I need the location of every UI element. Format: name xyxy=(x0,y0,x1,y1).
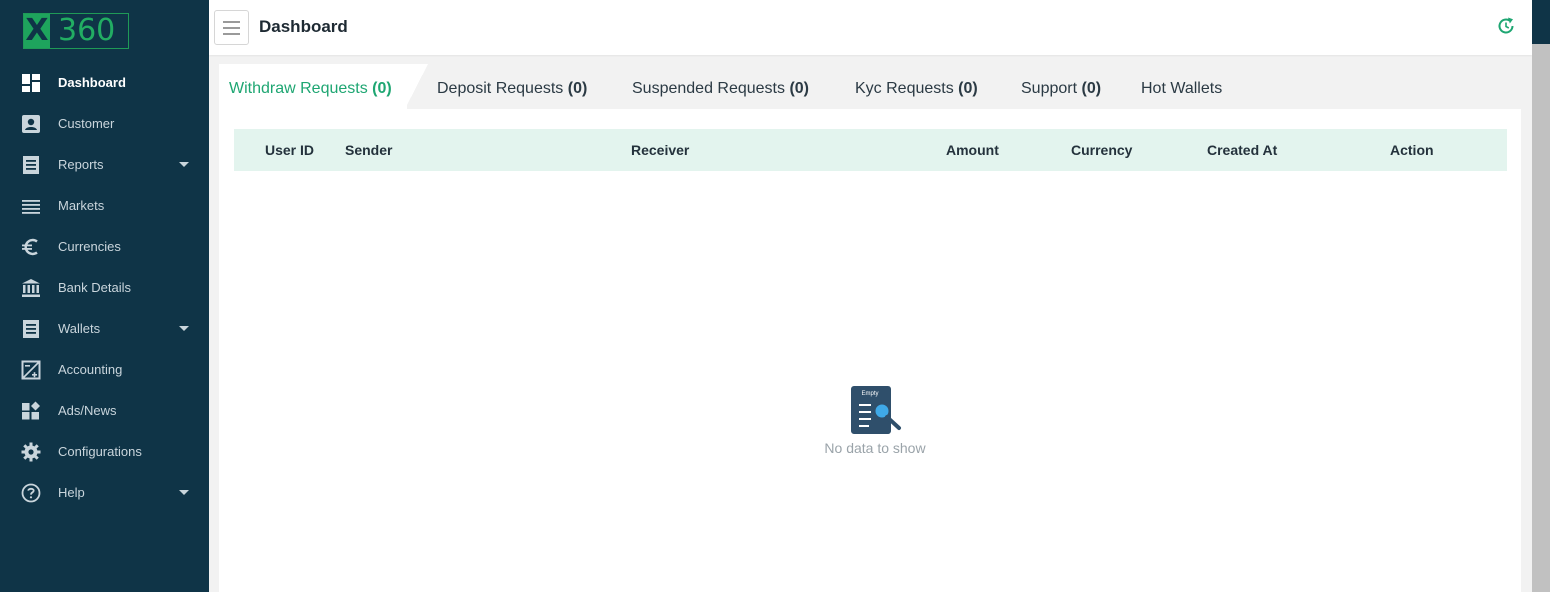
bank-icon xyxy=(21,278,41,298)
tab-label: Deposit Requests xyxy=(437,80,564,97)
sidebar-item-dashboard[interactable]: Dashboard xyxy=(0,62,209,103)
sidebar-item-label: Customer xyxy=(58,116,115,131)
wallets-icon xyxy=(21,319,41,339)
customer-icon xyxy=(21,114,41,134)
chevron-down-icon[interactable] xyxy=(179,162,189,167)
sidebar-item-label: Accounting xyxy=(58,362,123,377)
dashboard-icon xyxy=(21,73,41,93)
sidebar-item-label: Bank Details xyxy=(58,280,131,295)
tab-deposit-requests[interactable]: Deposit Requests (0) xyxy=(437,64,587,109)
help-icon xyxy=(21,483,41,503)
accounting-icon xyxy=(21,360,41,380)
tab-count: (0) xyxy=(372,80,392,97)
sidebar-item-label: Dashboard xyxy=(58,75,126,90)
markets-icon xyxy=(21,196,41,216)
tab-count: (0) xyxy=(1081,80,1102,97)
tab-label: Hot Wallets xyxy=(1141,80,1223,97)
table-header: User ID Sender Receiver Amount Currency … xyxy=(234,129,1507,171)
gear-icon xyxy=(21,442,41,462)
menu-toggle-button[interactable] xyxy=(214,10,249,45)
tab-label: Support xyxy=(1021,80,1078,97)
requests-panel xyxy=(219,109,1521,592)
app-logo[interactable]: X 360 xyxy=(23,13,129,49)
sidebar-item-label: Reports xyxy=(58,157,104,172)
sidebar-item-label: Currencies xyxy=(58,239,121,254)
sidebar-item-label: Markets xyxy=(58,198,105,213)
tab-count: (0) xyxy=(958,80,978,97)
tab-suspended-requests[interactable]: Suspended Requests (0) xyxy=(632,64,809,109)
sidebar-item-currencies[interactable]: Currencies xyxy=(0,226,209,267)
logo-x: X xyxy=(24,13,50,48)
active-tab-corner xyxy=(405,64,428,109)
logo-number: 360 xyxy=(58,13,116,48)
column-header-created-at[interactable]: Created At xyxy=(1207,129,1277,171)
empty-state-icon: Empty xyxy=(850,386,902,434)
top-header: Dashboard xyxy=(209,0,1532,55)
tab-label: Kyc Requests xyxy=(855,80,954,97)
page-scrollbar[interactable] xyxy=(1532,0,1550,592)
refresh-icon[interactable] xyxy=(1496,16,1516,36)
sidebar-item-label: Configurations xyxy=(58,444,142,459)
column-header-sender[interactable]: Sender xyxy=(345,129,392,171)
sidebar-item-label: Ads/News xyxy=(58,403,117,418)
sidebar-item-label: Wallets xyxy=(58,321,101,336)
sidebar: X 360 Dashboard Customer Reports Markets xyxy=(0,0,209,592)
sidebar-item-configurations[interactable]: Configurations xyxy=(0,431,209,472)
sidebar-item-reports[interactable]: Reports xyxy=(0,144,209,185)
sidebar-item-ads-news[interactable]: Ads/News xyxy=(0,390,209,431)
sidebar-item-markets[interactable]: Markets xyxy=(0,185,209,226)
column-header-receiver[interactable]: Receiver xyxy=(631,129,689,171)
column-header-currency[interactable]: Currency xyxy=(1071,129,1132,171)
sidebar-item-help[interactable]: Help xyxy=(0,472,209,513)
hamburger-icon xyxy=(223,20,240,23)
column-header-user-id[interactable]: User ID xyxy=(265,129,314,171)
empty-state-text: No data to show xyxy=(824,440,926,456)
tab-support[interactable]: Support (0) xyxy=(1021,64,1101,109)
tab-count: (0) xyxy=(567,80,588,97)
column-header-amount[interactable]: Amount xyxy=(946,129,999,171)
chevron-down-icon[interactable] xyxy=(179,326,189,331)
scrollbar-top xyxy=(1532,0,1550,44)
empty-badge-text: Empty xyxy=(861,391,878,397)
tab-label: Suspended Requests xyxy=(632,80,785,97)
tab-kyc-requests[interactable]: Kyc Requests (0) xyxy=(855,64,978,109)
tab-hot-wallets[interactable]: Hot Wallets xyxy=(1141,64,1222,109)
sidebar-item-wallets[interactable]: Wallets xyxy=(0,308,209,349)
sidebar-item-bank-details[interactable]: Bank Details xyxy=(0,267,209,308)
page-title: Dashboard xyxy=(259,17,348,36)
euro-icon xyxy=(21,237,41,257)
sidebar-item-label: Help xyxy=(58,485,85,500)
tab-withdraw-requests[interactable]: Withdraw Requests (0) xyxy=(229,64,392,109)
chevron-down-icon[interactable] xyxy=(179,490,189,495)
sidebar-item-customer[interactable]: Customer xyxy=(0,103,209,144)
tab-count: (0) xyxy=(789,80,810,97)
sidebar-item-accounting[interactable]: Accounting xyxy=(0,349,209,390)
reports-icon xyxy=(21,155,41,175)
column-header-action[interactable]: Action xyxy=(1390,129,1434,171)
widgets-icon xyxy=(21,401,41,421)
tab-label: Withdraw Requests xyxy=(229,80,368,97)
